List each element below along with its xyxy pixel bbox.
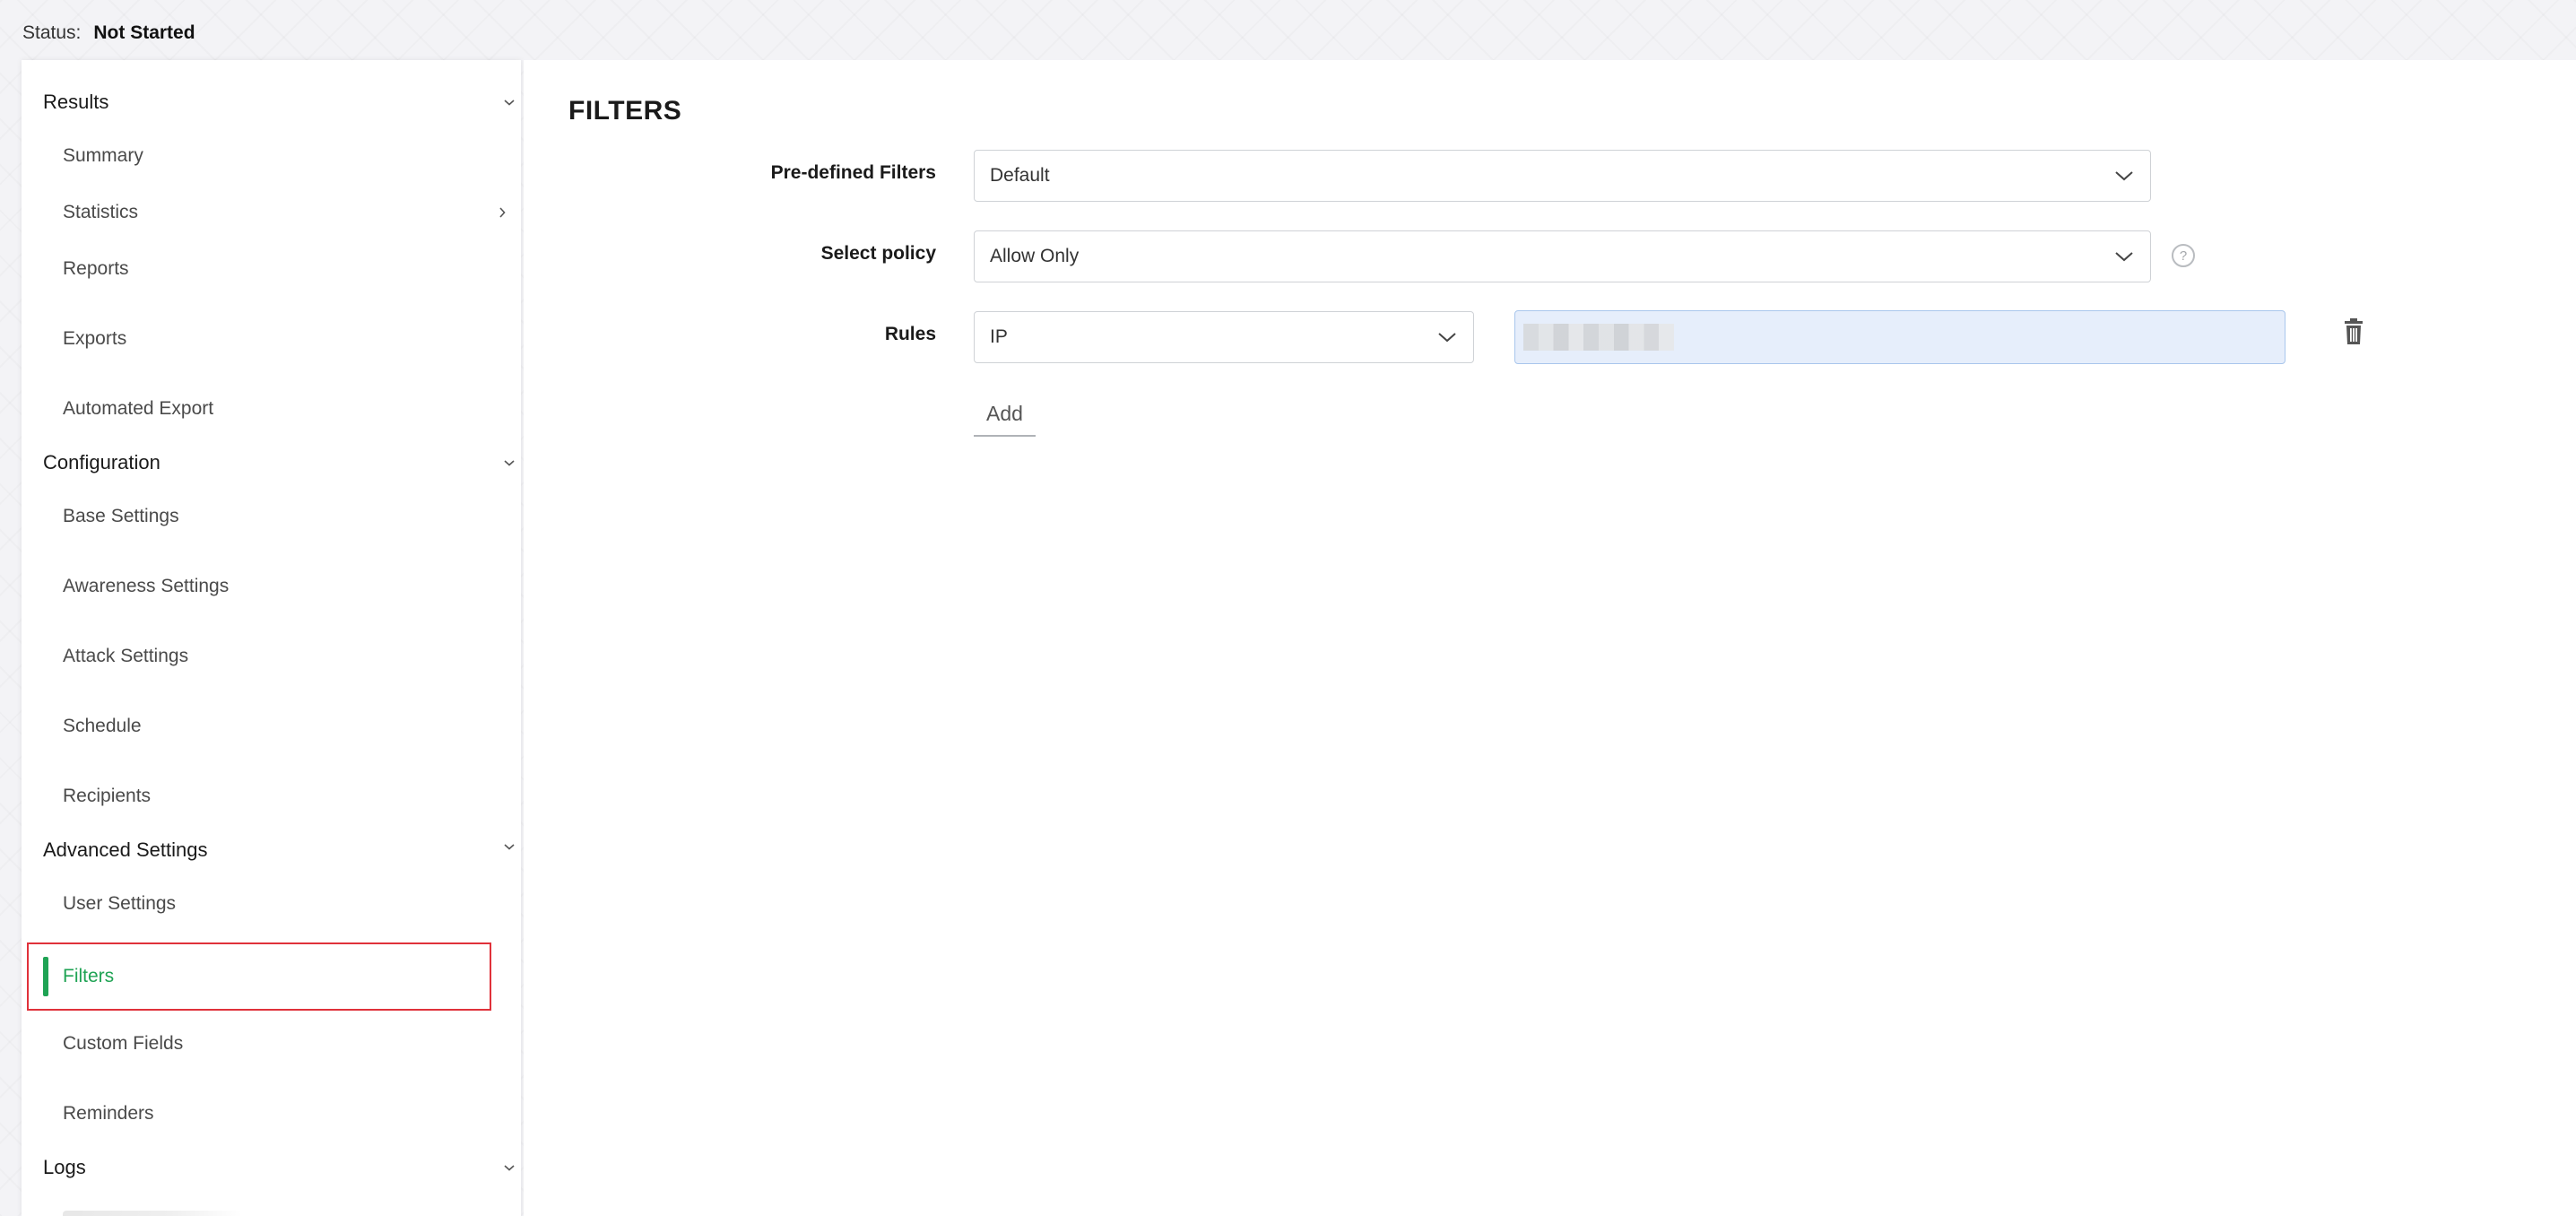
sidebar-item-schedule[interactable]: Schedule — [63, 708, 511, 744]
sidebar-item-custom-fields[interactable]: Custom Fields — [63, 1026, 511, 1062]
sidebar: Results Summary Statistics Reports Expor… — [22, 60, 521, 1216]
sidebar-item-label: Custom Fields — [63, 1033, 184, 1054]
section-advanced-settings[interactable]: Advanced Settings — [43, 832, 521, 868]
sidebar-item-user-settings[interactable]: User Settings — [63, 886, 511, 922]
sidebar-item-label: Reports — [63, 258, 129, 279]
sidebar-item-automated-export[interactable]: Automated Export — [63, 391, 511, 427]
chevron-down-icon — [500, 454, 518, 472]
chevron-down-icon — [2112, 245, 2136, 268]
main-panel: FILTERS Pre-defined Filters Default Sele… — [524, 60, 2576, 1216]
predefined-filters-value: Default — [990, 165, 1050, 186]
chevron-down-icon — [2112, 164, 2136, 187]
section-results[interactable]: Results — [43, 84, 521, 120]
status-bar: Status: Not Started — [22, 20, 195, 47]
question-circle-icon[interactable]: ? — [2172, 244, 2195, 267]
status-label: Status: — [22, 22, 82, 43]
section-results-label: Results — [43, 91, 109, 113]
chevron-down-icon — [500, 93, 518, 111]
sidebar-item-label: Reminders — [63, 1103, 154, 1124]
sidebar-item-label: Filters — [63, 966, 115, 986]
sidebar-item-label: Awareness Settings — [63, 576, 230, 596]
chevron-right-icon — [493, 204, 511, 221]
sidebar-item-label: Automated Export — [63, 398, 214, 419]
rule-value-input[interactable] — [1514, 310, 2285, 364]
section-configuration[interactable]: Configuration — [43, 445, 521, 481]
sidebar-item-label: Base Settings — [63, 506, 179, 526]
page-title: FILTERS — [568, 96, 682, 126]
predefined-filters-label: Pre-defined Filters — [770, 162, 936, 183]
sidebar-item-label: Exports — [63, 328, 127, 349]
sidebar-item-cutoff — [63, 1211, 242, 1216]
status-value: Not Started — [93, 22, 195, 43]
sidebar-item-summary[interactable]: Summary — [63, 138, 511, 174]
sidebar-item-label: Summary — [63, 145, 143, 166]
sidebar-item-label: User Settings — [63, 893, 177, 914]
select-policy-value: Allow Only — [990, 246, 1080, 266]
sidebar-item-label: Recipients — [63, 786, 152, 806]
sidebar-item-attack-settings[interactable]: Attack Settings — [63, 638, 511, 674]
chevron-down-icon — [1435, 326, 1459, 349]
active-indicator — [43, 957, 48, 996]
chevron-down-icon — [500, 1159, 518, 1177]
sidebar-item-label: Statistics — [63, 202, 139, 222]
sidebar-item-label: Attack Settings — [63, 646, 189, 666]
sidebar-item-statistics[interactable]: Statistics — [63, 195, 511, 230]
sidebar-item-exports[interactable]: Exports — [63, 321, 511, 357]
sidebar-item-reminders[interactable]: Reminders — [63, 1096, 511, 1132]
select-policy-select[interactable]: Allow Only — [974, 230, 2151, 282]
predefined-filters-select[interactable]: Default — [974, 150, 2151, 202]
sidebar-item-recipients[interactable]: Recipients — [63, 778, 511, 814]
rules-label: Rules — [884, 324, 936, 344]
sidebar-item-filters[interactable]: Filters — [27, 942, 491, 1011]
sidebar-item-awareness-settings[interactable]: Awareness Settings — [63, 569, 511, 604]
select-policy-label: Select policy — [820, 243, 936, 264]
section-logs-label: Logs — [43, 1156, 86, 1178]
sidebar-item-reports[interactable]: Reports — [63, 251, 511, 287]
rule-type-value: IP — [990, 326, 1008, 347]
chevron-down-icon — [500, 838, 518, 856]
sidebar-item-base-settings[interactable]: Base Settings — [63, 499, 511, 534]
section-logs[interactable]: Logs — [43, 1150, 521, 1186]
section-advanced-settings-label: Advanced Settings — [43, 838, 208, 861]
add-rule-button[interactable]: Add — [974, 392, 1036, 437]
trash-icon[interactable] — [2340, 317, 2367, 347]
rule-type-select[interactable]: IP — [974, 311, 1474, 363]
sidebar-item-label: Schedule — [63, 716, 142, 736]
section-configuration-label: Configuration — [43, 451, 160, 473]
